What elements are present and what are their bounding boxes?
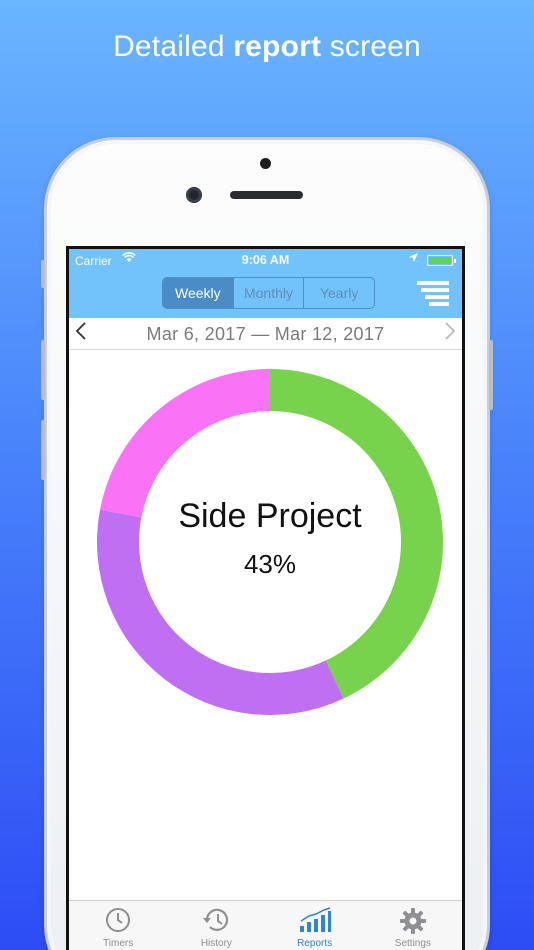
- date-range-label: Mar 6, 2017 — Mar 12, 2017: [146, 324, 385, 344]
- clock-icon: [106, 908, 131, 932]
- status-bar: Carrier 9:06 AM: [69, 249, 462, 271]
- donut-chart[interactable]: [97, 369, 443, 715]
- phone-screen: Carrier 9:06 AM Weekly Monthly Yearly Ma…: [66, 246, 465, 950]
- chart-center-percentage: 43%: [243, 549, 297, 579]
- tab-timers[interactable]: Timers: [69, 901, 167, 950]
- period-segmented-control: Weekly Monthly Yearly: [162, 277, 375, 309]
- front-camera: [186, 187, 202, 203]
- tab-bar: Timers History Reports Settings: [69, 900, 462, 950]
- location-arrow-icon: [409, 253, 418, 265]
- tab-settings[interactable]: Settings: [364, 901, 462, 950]
- donut-slice-1[interactable]: [97, 509, 344, 715]
- power-button: [489, 340, 493, 410]
- segment-yearly[interactable]: Yearly: [304, 278, 374, 308]
- date-navigator: Mar 6, 2017 — Mar 12, 2017: [69, 318, 462, 350]
- segment-monthly[interactable]: Monthly: [234, 278, 305, 308]
- earpiece-speaker: [230, 191, 303, 199]
- donut-slice-2[interactable]: [100, 369, 271, 518]
- gear-icon: [399, 908, 426, 934]
- chart-center-title: Side Project: [178, 497, 362, 535]
- tab-history-label: History: [200, 938, 232, 949]
- history-icon: [203, 908, 229, 931]
- volume-up-button: [41, 340, 45, 400]
- headline: Detailed report screen: [113, 30, 421, 63]
- tab-reports[interactable]: Reports: [266, 901, 364, 950]
- navigation-bar: Carrier 9:06 AM Weekly Monthly Yearly: [69, 249, 462, 318]
- tab-history[interactable]: History: [167, 901, 265, 950]
- chevron-right-icon[interactable]: [444, 321, 456, 347]
- segment-weekly[interactable]: Weekly: [163, 278, 234, 308]
- tab-reports-label: Reports: [297, 938, 333, 949]
- mute-switch: [41, 260, 45, 288]
- list-menu-icon[interactable]: [417, 281, 449, 306]
- volume-down-button: [41, 420, 45, 480]
- status-time: 9:06 AM: [241, 253, 290, 267]
- tab-timers-label: Timers: [103, 938, 134, 949]
- bar-chart-icon: [299, 907, 331, 932]
- tab-settings-label: Settings: [394, 938, 431, 949]
- proximity-sensor: [260, 158, 271, 169]
- battery-icon: [427, 255, 456, 266]
